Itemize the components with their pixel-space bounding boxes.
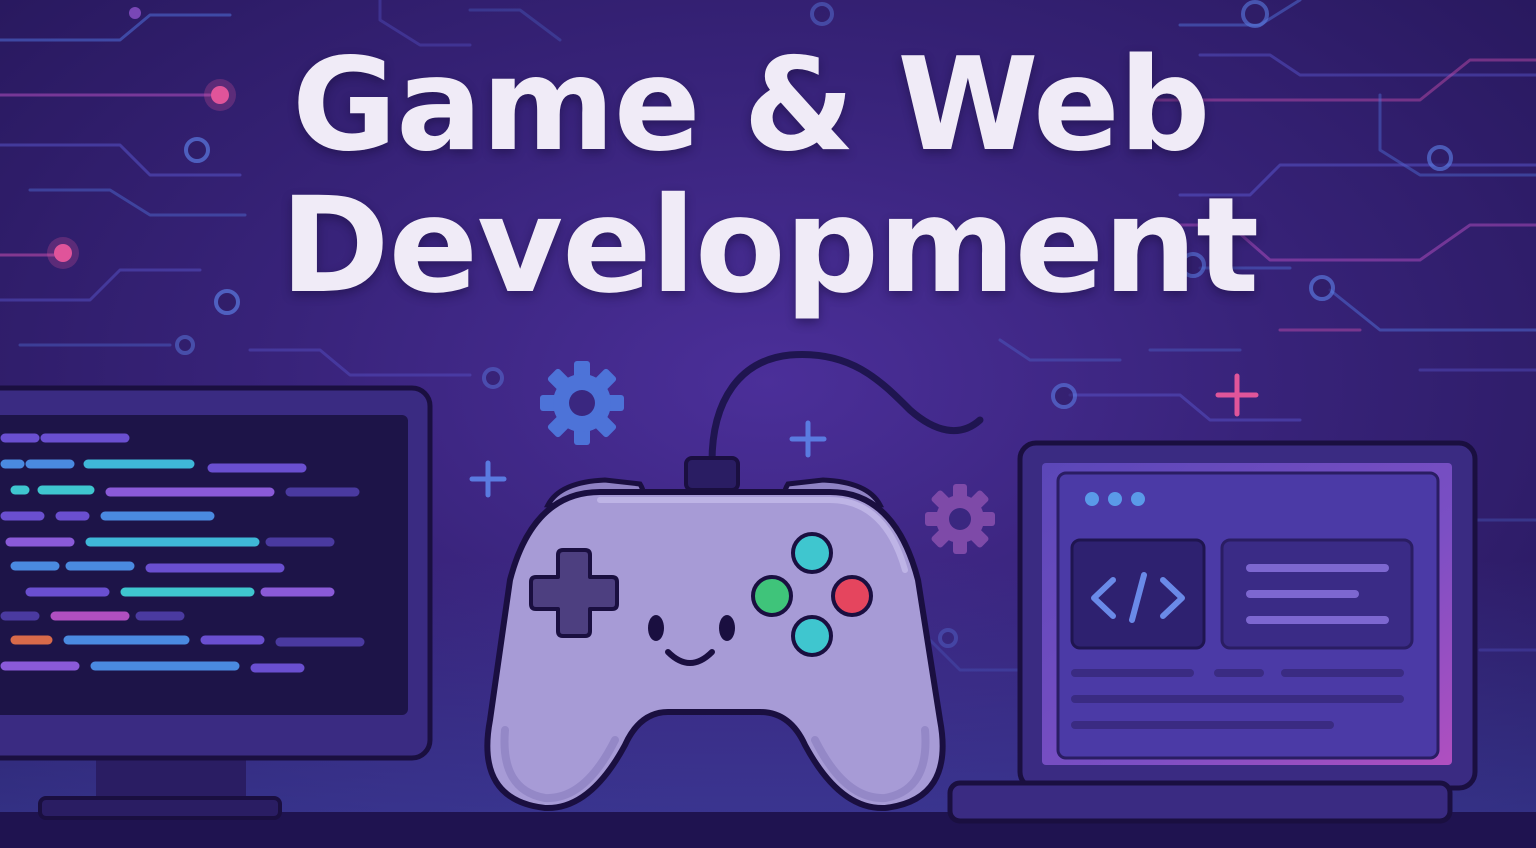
code-monitor — [0, 385, 433, 820]
gear-icon — [540, 361, 624, 445]
controller-eye — [648, 615, 664, 641]
controller-cable — [708, 350, 984, 466]
banner: Game & Web Development — [0, 0, 1536, 848]
button-left — [751, 575, 793, 617]
plus-icon — [469, 460, 507, 498]
button-bottom — [791, 615, 833, 657]
illustration-scene — [0, 350, 1536, 848]
button-top — [791, 532, 833, 574]
plus-icon — [789, 420, 827, 458]
browser-dots — [1085, 492, 1145, 506]
web-laptop — [947, 440, 1478, 824]
controller-eye — [719, 615, 735, 641]
gear-icon — [925, 484, 995, 554]
plus-icon — [1215, 373, 1259, 417]
button-right — [831, 575, 873, 617]
